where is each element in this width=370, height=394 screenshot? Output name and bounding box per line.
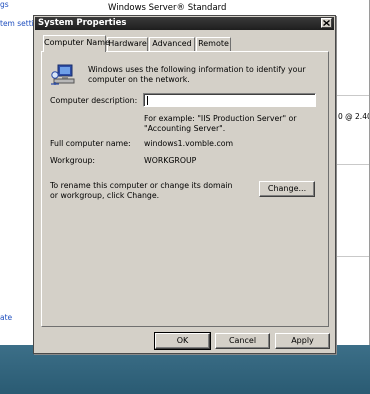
- apply-button[interactable]: Apply: [275, 333, 330, 349]
- full-computer-name-value: windows1.vomble.com: [144, 139, 234, 148]
- divider: [337, 256, 370, 257]
- intro-text: Windows uses the following information t…: [88, 65, 306, 84]
- computer-description-label: Computer description:: [50, 96, 138, 105]
- tab-hardware[interactable]: Hardware: [107, 37, 148, 51]
- cancel-button[interactable]: Cancel: [215, 333, 270, 349]
- divider: [337, 95, 370, 96]
- system-properties-dialog: System Properties Computer Name Hardware…: [33, 15, 336, 354]
- description-example-text: For example: "IIS Production Server" or …: [144, 114, 297, 133]
- computer-network-icon: [51, 64, 75, 85]
- background-link-3[interactable]: ate: [0, 313, 12, 322]
- background-link-2[interactable]: tem settir: [0, 19, 37, 28]
- divider: [337, 164, 370, 165]
- close-icon: [323, 20, 330, 26]
- rename-instructions: To rename this computer or change its do…: [50, 181, 233, 200]
- workgroup-label: Workgroup:: [50, 156, 96, 165]
- workgroup-value: WORKGROUP: [144, 156, 197, 165]
- text-caret: [147, 96, 148, 105]
- dialog-title: System Properties: [38, 18, 127, 28]
- tab-remote[interactable]: Remote: [196, 37, 231, 51]
- title-bar[interactable]: System Properties: [35, 17, 334, 30]
- change-button[interactable]: Change...: [259, 181, 315, 197]
- window-title: Windows Server® Standard: [108, 3, 227, 13]
- full-computer-name-label: Full computer name:: [50, 139, 131, 148]
- processor-info-text: 0 @ 2.40: [338, 112, 370, 121]
- computer-description-input[interactable]: [143, 93, 316, 107]
- background-link-1[interactable]: gs: [0, 0, 9, 9]
- tab-computer-name[interactable]: Computer Name: [43, 35, 110, 52]
- tab-advanced[interactable]: Advanced: [149, 37, 195, 51]
- close-button[interactable]: [321, 18, 332, 28]
- ok-button[interactable]: OK: [154, 332, 211, 350]
